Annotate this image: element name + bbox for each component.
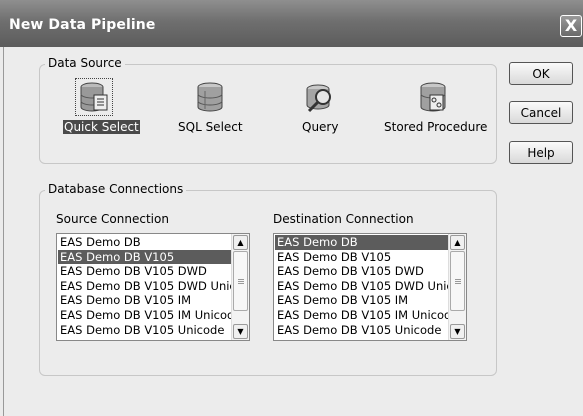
source-connection-items: EAS Demo DB EAS Demo DB V105 EAS Demo DB V… [58,235,232,337]
list-item[interactable]: EAS Demo DB V105 DWD [275,264,449,279]
list-item[interactable]: EAS Demo DB V105 [275,250,449,265]
list-item[interactable]: EAS Demo DB V105 IM Unicode [275,308,449,323]
stored-procedure-label: Stored Procedure [384,120,488,134]
new-data-pipeline-dialog: New Data Pipeline X Data Source Quick Se… [0,0,583,416]
dialog-title: New Data Pipeline [9,17,156,33]
scroll-up-icon[interactable]: ▲ [233,235,248,250]
list-item[interactable]: EAS Demo DB V105 Unicode [275,323,449,338]
list-item[interactable]: EAS Demo DB V105 IM [58,293,232,308]
data-source-legend: Data Source [45,56,125,70]
database-connections-legend: Database Connections [45,182,187,196]
query-option[interactable]: Query [289,80,349,145]
list-item[interactable]: EAS Demo DB V105 IM [275,293,449,308]
source-connection-list[interactable]: EAS Demo DB EAS Demo DB V105 EAS Demo DB V… [56,233,250,341]
list-item[interactable]: EAS Demo DB [275,235,449,250]
destination-connection-list[interactable]: EAS Demo DB EAS Demo DB V105 EAS Demo DB V… [273,233,467,341]
close-icon[interactable]: X [560,15,582,37]
quick-select-label: Quick Select [63,120,140,134]
help-button[interactable]: Help [509,141,573,164]
scroll-up-icon[interactable]: ▲ [450,235,465,250]
sql-select-option[interactable]: SQL Select [174,80,254,145]
destination-connection-items: EAS Demo DB EAS Demo DB V105 EAS Demo DB V… [275,235,449,337]
destination-connection-label: Destination Connection [273,212,414,226]
list-item[interactable]: EAS Demo DB V105 Unicode [58,323,232,338]
quick-select-db-icon [75,78,113,116]
list-item[interactable]: EAS Demo DB V105 [58,249,232,265]
list-item[interactable]: EAS Demo DB [58,235,232,250]
scroll-down-icon[interactable]: ▼ [233,324,248,339]
dialog-body: Data Source Quick Select SQL Select Quer… [3,47,583,416]
list-item[interactable]: EAS Demo DB V105 DWD Unici [58,279,232,294]
query-label: Query [302,120,339,134]
query-icon [302,80,336,114]
destination-list-scrollbar[interactable]: ▲ ▼ [448,234,466,340]
list-item[interactable]: EAS Demo DB V105 IM Unicode [58,308,232,323]
quick-select-option[interactable]: Quick Select [59,78,140,145]
sql-select-label: SQL Select [178,120,243,134]
sql-select-db-icon [193,80,227,114]
source-connection-label: Source Connection [56,212,169,226]
list-item[interactable]: EAS Demo DB V105 DWD Unici [275,279,449,294]
scroll-thumb[interactable] [233,251,248,311]
scroll-thumb[interactable] [450,251,465,311]
stored-procedure-option[interactable]: Stored Procedure [384,80,489,145]
stored-procedure-icon [417,80,451,114]
scroll-down-icon[interactable]: ▼ [450,324,465,339]
list-item[interactable]: EAS Demo DB V105 DWD [58,264,232,279]
source-list-scrollbar[interactable]: ▲ ▼ [231,234,249,340]
title-bar[interactable]: New Data Pipeline X [0,0,583,47]
ok-button[interactable]: OK [509,62,573,85]
cancel-button[interactable]: Cancel [509,101,573,124]
